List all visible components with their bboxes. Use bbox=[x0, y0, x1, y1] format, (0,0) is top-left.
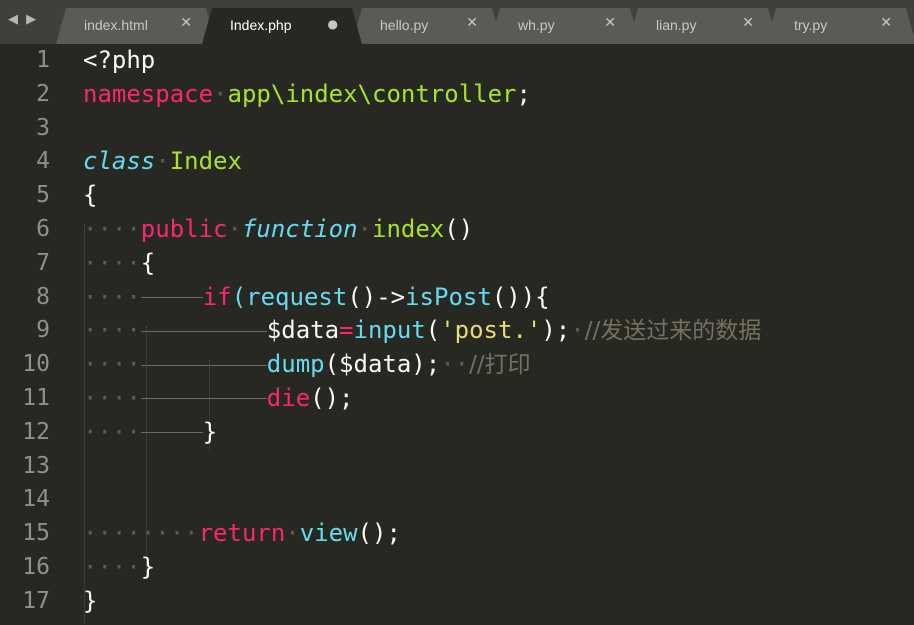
line-number-gutter: 1 2 3 4 5 6 7 8 9 10 11 12 13 14 15 16 1… bbox=[0, 44, 64, 619]
code-line-7: ····{ bbox=[83, 248, 156, 277]
string-post: 'post.' bbox=[440, 316, 542, 345]
namespace-path: app\index\controller bbox=[227, 79, 517, 108]
semicolon: ; bbox=[516, 79, 531, 108]
brace: { bbox=[83, 181, 98, 210]
code-area[interactable]: <?php namespace·app\index\controller; cl… bbox=[83, 44, 761, 619]
paren-semicolon: ); bbox=[541, 316, 571, 345]
code-editor[interactable]: 1 2 3 4 5 6 7 8 9 10 11 12 13 14 15 16 1… bbox=[0, 44, 914, 625]
line-number: 4 bbox=[36, 148, 50, 175]
operator-assign: = bbox=[339, 316, 354, 345]
function-input: input bbox=[353, 316, 426, 345]
comment: //发送过来的数据 bbox=[584, 318, 762, 345]
tab-index-html[interactable]: index.html ✕ bbox=[56, 8, 216, 44]
line-number: 8 bbox=[36, 283, 50, 310]
line-number: 1 bbox=[36, 47, 50, 73]
keyword-if: if bbox=[202, 282, 232, 311]
close-icon[interactable]: ✕ bbox=[742, 15, 754, 31]
tab-nav-arrows-icon[interactable]: ◀ ▶ bbox=[8, 12, 38, 27]
tab-label: hello.py bbox=[380, 17, 429, 33]
keyword-function: function bbox=[241, 214, 358, 243]
code-line-11: ···· die(); bbox=[83, 383, 354, 412]
class-name: Index bbox=[169, 147, 242, 176]
line-number: 11 bbox=[22, 384, 50, 411]
line-number: 14 bbox=[22, 486, 50, 513]
close-icon[interactable]: ✕ bbox=[180, 15, 192, 31]
tab-hello-py[interactable]: hello.py ✕ bbox=[352, 8, 502, 44]
function-view: view bbox=[299, 519, 358, 548]
close-icon[interactable]: ✕ bbox=[604, 15, 616, 31]
function-dump: dump bbox=[266, 350, 325, 379]
line-number: 13 bbox=[22, 452, 50, 479]
line-number: 2 bbox=[36, 80, 50, 107]
brace: } bbox=[83, 586, 98, 615]
keyword-namespace: namespace bbox=[83, 79, 214, 108]
tab-lian-py[interactable]: lian.py ✕ bbox=[628, 8, 778, 44]
variable-data: $data bbox=[266, 316, 340, 345]
tab-try-py[interactable]: try.py ✕ bbox=[766, 8, 914, 44]
line-number: 6 bbox=[36, 215, 50, 242]
brace: } bbox=[140, 552, 156, 581]
brace: } bbox=[202, 417, 218, 446]
paren: ( bbox=[231, 282, 247, 311]
tab-index-php[interactable]: Index.php ● bbox=[202, 8, 362, 44]
function-request: request bbox=[246, 282, 348, 311]
code-line-17: } bbox=[83, 585, 761, 619]
parens-semicolon: (); bbox=[357, 519, 401, 548]
keyword-class: class bbox=[83, 147, 156, 176]
code-line-9: ···· $data=input('post.');·//发送过来的数据 bbox=[83, 316, 762, 345]
unsaved-dot-icon[interactable]: ● bbox=[328, 17, 338, 31]
keyword-return: return bbox=[198, 519, 286, 548]
code-line-12: ····} bbox=[83, 417, 218, 446]
tab-label: lian.py bbox=[656, 17, 697, 33]
php-open-tag: <?php bbox=[83, 46, 156, 74]
line-number: 7 bbox=[36, 249, 50, 276]
code-line-1: <?php bbox=[83, 44, 761, 78]
tab-bar: ◀ ▶ index.html ✕ hello.py ✕ wh.py ✕ lian… bbox=[0, 0, 914, 44]
code-line-4: class·Index bbox=[83, 147, 242, 176]
line-number: 16 bbox=[22, 553, 50, 580]
line-number: 9 bbox=[36, 317, 50, 344]
line-number: 17 bbox=[22, 587, 50, 614]
tab-wh-py[interactable]: wh.py ✕ bbox=[490, 8, 640, 44]
method-ispost: isPost bbox=[405, 282, 492, 311]
code-line-5: { bbox=[83, 179, 761, 213]
line-number: 10 bbox=[22, 351, 50, 378]
code-line-15: ········return·view(); bbox=[83, 519, 401, 548]
comment: //打印 bbox=[469, 352, 531, 379]
keyword-public: public bbox=[140, 214, 228, 243]
line-number: 15 bbox=[22, 520, 50, 547]
code-line-16: ····} bbox=[83, 552, 156, 581]
tab-label: Index.php bbox=[230, 17, 292, 33]
parens: () bbox=[444, 214, 474, 243]
paren-brace: ()){ bbox=[491, 282, 550, 311]
line-number: 3 bbox=[36, 114, 50, 141]
function-die: die bbox=[266, 383, 311, 412]
code-line-2: namespace·app\index\controller; bbox=[83, 79, 531, 108]
brace: { bbox=[140, 248, 156, 277]
arrow-operator: ()-> bbox=[347, 282, 406, 311]
function-name: index bbox=[372, 214, 445, 243]
close-icon[interactable]: ✕ bbox=[880, 15, 892, 31]
code-line-10: ···· dump($data);··//打印 bbox=[83, 350, 531, 379]
parens-semicolon: (); bbox=[310, 383, 354, 412]
line-number: 12 bbox=[22, 418, 50, 445]
tab-label: index.html bbox=[84, 17, 148, 33]
code-line-8: ···· if(request()->isPost()){ bbox=[83, 282, 550, 311]
tab-label: try.py bbox=[794, 17, 828, 33]
line-number: 5 bbox=[36, 182, 50, 209]
code-line-6: ····public·function·index() bbox=[83, 214, 474, 243]
tab-label: wh.py bbox=[518, 17, 555, 33]
dump-args: ($data); bbox=[324, 350, 441, 379]
paren: ( bbox=[425, 316, 441, 345]
close-icon[interactable]: ✕ bbox=[466, 15, 478, 31]
